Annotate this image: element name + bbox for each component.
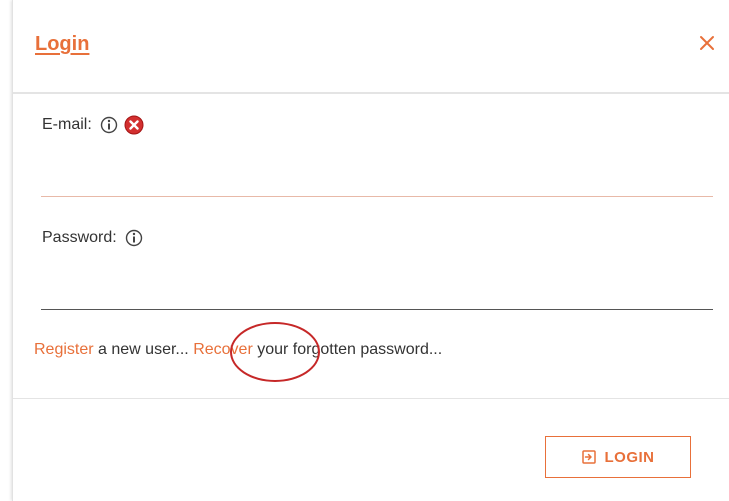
auth-links: Register a new user... Recover your forg… (34, 341, 442, 359)
info-icon[interactable] (100, 116, 118, 134)
login-dialog: Login E-mail: Password: Register a new u… (12, 0, 729, 501)
close-icon[interactable] (698, 34, 716, 52)
recover-link[interactable]: Recover (193, 341, 253, 358)
login-button[interactable]: LOGIN (545, 436, 691, 478)
dialog-header: Login (13, 0, 729, 94)
info-icon[interactable] (125, 229, 143, 247)
recover-suffix: your forgotten password... (252, 341, 443, 358)
login-button-label: LOGIN (604, 448, 655, 466)
password-label: Password: (42, 229, 117, 246)
register-suffix: a new user... (93, 341, 194, 358)
register-link[interactable]: Register (34, 341, 94, 358)
email-label-row: E-mail: (42, 115, 144, 135)
login-icon (581, 450, 596, 464)
email-field[interactable] (41, 160, 713, 197)
footer-divider (13, 398, 729, 399)
dialog-title[interactable]: Login (35, 33, 89, 56)
email-label: E-mail: (42, 116, 92, 133)
error-icon (124, 115, 144, 135)
password-label-row: Password: (42, 229, 143, 247)
password-field[interactable] (41, 273, 713, 310)
